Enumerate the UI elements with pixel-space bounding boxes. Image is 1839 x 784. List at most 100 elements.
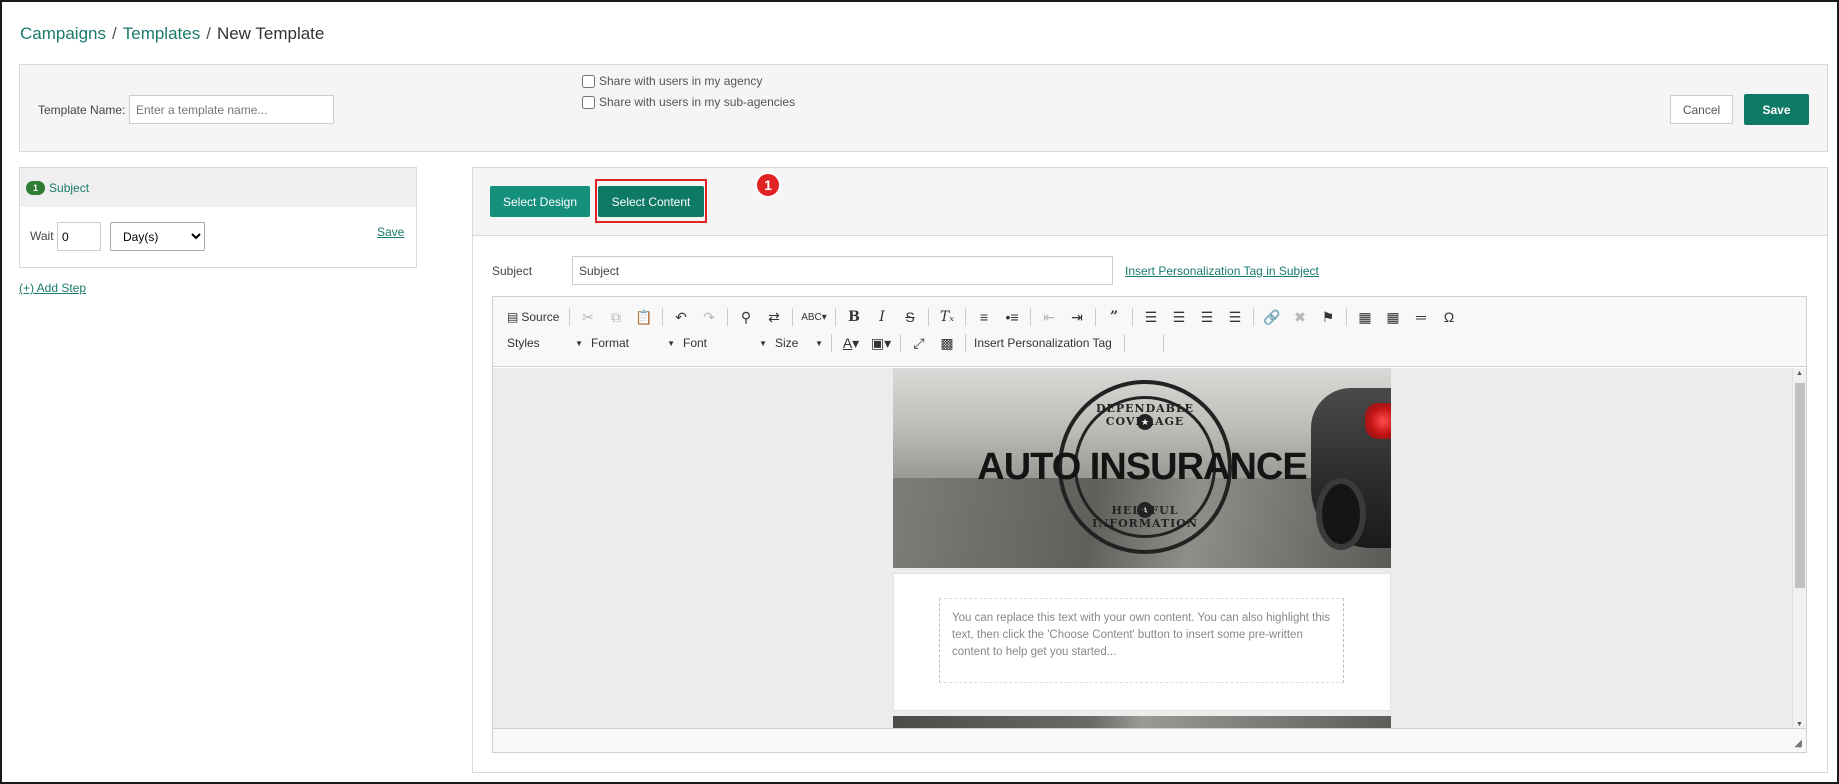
editor-toolbar: ▤ Source ✂ ⧉ 📋 ↶ ↷ ⚲ ⇄ ABC▾ B I S Tₓ ≡ •… <box>493 297 1806 367</box>
seal-top-text: DEPENDABLE COVERAGE <box>1095 402 1195 428</box>
image-icon[interactable]: ▦ <box>1351 307 1379 327</box>
editor-canvas[interactable]: DEPENDABLE COVERAGE ★ ★ HELPFUL INFORMAT… <box>493 368 1793 730</box>
format-label: Format <box>591 336 630 350</box>
text-color-icon[interactable]: A ▾ <box>836 333 866 353</box>
toolbar-separator <box>662 308 663 326</box>
bold-icon[interactable]: B <box>840 307 868 327</box>
wait-label: Wait <box>30 229 54 243</box>
cut-icon[interactable]: ✂ <box>574 307 602 327</box>
toolbar-separator <box>928 308 929 326</box>
dropdown-arrow-icon: ▼ <box>815 338 823 348</box>
seal-star-icon: ★ <box>1137 414 1153 430</box>
remove-format-icon[interactable]: Tₓ <box>933 307 961 327</box>
redo-icon[interactable]: ↷ <box>695 307 723 327</box>
toolbar-separator <box>1253 308 1254 326</box>
toolbar-separator <box>727 308 728 326</box>
background-color-icon[interactable]: ▣▾ <box>866 333 896 353</box>
toolbar-separator <box>1095 308 1096 326</box>
table-icon[interactable]: ▦ <box>1379 307 1407 327</box>
horizontal-rule-icon[interactable]: ═ <box>1407 307 1435 327</box>
find-icon[interactable]: ⚲ <box>732 307 760 327</box>
unlink-icon[interactable]: ✖ <box>1286 307 1314 327</box>
spellcheck-icon[interactable]: ABC▾ <box>797 307 831 327</box>
toolbar-separator <box>1132 308 1133 326</box>
toolbar-row-1: ▤ Source ✂ ⧉ 📋 ↶ ↷ ⚲ ⇄ ABC▾ B I S Tₓ ≡ •… <box>503 307 1463 327</box>
placeholder-text[interactable]: You can replace this text with your own … <box>939 598 1344 683</box>
outdent-icon[interactable]: ⇤ <box>1035 307 1063 327</box>
toolbar-row-2: Styles ▼ Format ▼ Font ▼ Size ▼ A▾ ▣▾ ⤢ <box>503 333 1168 353</box>
wait-unit-select[interactable]: Day(s) <box>110 222 205 251</box>
app-frame: Campaigns / Templates / New Template Templat… <box>0 0 1839 784</box>
resize-handle-icon[interactable]: ◢ <box>1794 738 1802 749</box>
align-center-icon[interactable]: ☰ <box>1165 307 1193 327</box>
bulleted-list-icon[interactable]: •≡ <box>998 307 1026 327</box>
cancel-button[interactable]: Cancel <box>1670 95 1733 124</box>
indent-icon[interactable]: ⇥ <box>1063 307 1091 327</box>
italic-icon[interactable]: I <box>868 307 896 327</box>
template-name-input[interactable] <box>129 95 334 124</box>
toolbar-separator <box>900 334 901 352</box>
content-actions-bar: Select Design Select Content 1 <box>473 168 1827 236</box>
undo-icon[interactable]: ↶ <box>667 307 695 327</box>
template-name-label: Template Name: <box>38 103 126 117</box>
toolbar-separator <box>965 308 966 326</box>
source-icon: ▤ <box>507 310 519 324</box>
format-dropdown[interactable]: Format ▼ <box>587 336 679 350</box>
breadcrumb-separator: / <box>206 24 211 43</box>
toolbar-separator <box>1163 334 1164 352</box>
breadcrumb-separator: / <box>112 24 117 43</box>
font-dropdown[interactable]: Font ▼ <box>679 336 771 350</box>
scroll-up-icon[interactable]: ▲ <box>1796 370 1803 377</box>
special-char-icon[interactable]: Ω <box>1435 307 1463 327</box>
source-label: Source <box>521 310 560 324</box>
toolbar-separator <box>1124 334 1125 352</box>
maximize-icon[interactable]: ⤢ <box>905 333 933 353</box>
copy-icon[interactable]: ⧉ <box>602 307 630 327</box>
size-dropdown[interactable]: Size ▼ <box>771 336 827 350</box>
font-label: Font <box>683 336 708 350</box>
step-save-link[interactable]: Save <box>377 225 404 239</box>
breadcrumb-templates[interactable]: Templates <box>123 24 200 43</box>
styles-dropdown[interactable]: Styles ▼ <box>503 336 587 350</box>
source-button[interactable]: ▤ Source <box>503 310 565 324</box>
strikethrough-icon[interactable]: S <box>896 307 924 327</box>
subject-input[interactable] <box>572 256 1113 285</box>
anchor-flag-icon[interactable]: ⚑ <box>1314 307 1342 327</box>
toolbar-separator <box>569 308 570 326</box>
hero-image: DEPENDABLE COVERAGE ★ ★ HELPFUL INFORMAT… <box>893 368 1391 568</box>
scroll-thumb[interactable] <box>1795 383 1805 588</box>
justify-icon[interactable]: ☰ <box>1221 307 1249 327</box>
dropdown-arrow-icon: ▼ <box>759 338 767 348</box>
toolbar-separator <box>835 308 836 326</box>
add-step-link[interactable]: (+) Add Step <box>19 281 86 295</box>
template-header-panel: Template Name: Share with users in my ag… <box>19 64 1828 152</box>
share-agency-label: Share with users in my agency <box>599 74 763 88</box>
show-blocks-icon[interactable]: ▩ <box>933 333 961 353</box>
insert-personalization-tag-button[interactable]: Insert Personalization Tag <box>970 336 1120 350</box>
breadcrumb-campaigns[interactable]: Campaigns <box>20 24 106 43</box>
blockquote-icon[interactable]: ” <box>1100 307 1128 327</box>
step-header[interactable]: 1 Subject <box>20 168 416 207</box>
link-icon[interactable]: 🔗 <box>1258 307 1286 327</box>
step-title[interactable]: Subject <box>49 181 89 195</box>
toolbar-separator <box>792 308 793 326</box>
replace-icon[interactable]: ⇄ <box>760 307 788 327</box>
select-design-button[interactable]: Select Design <box>490 186 590 217</box>
save-button[interactable]: Save <box>1744 94 1809 125</box>
editor-scrollbar[interactable]: ▲ ▼ <box>1792 368 1806 730</box>
wait-input[interactable] <box>57 222 101 251</box>
share-agency-checkbox[interactable] <box>582 74 595 88</box>
align-right-icon[interactable]: ☰ <box>1193 307 1221 327</box>
scroll-down-icon[interactable]: ▼ <box>1796 721 1803 728</box>
share-agency-option[interactable]: Share with users in my agency <box>582 74 762 88</box>
share-subagencies-checkbox[interactable] <box>582 95 595 109</box>
share-subagencies-option[interactable]: Share with users in my sub-agencies <box>582 95 795 109</box>
seal-star-icon: ★ <box>1137 502 1153 518</box>
numbered-list-icon[interactable]: ≡ <box>970 307 998 327</box>
content-panel: Select Design Select Content 1 Subject I… <box>472 167 1828 773</box>
content-text-block[interactable]: You can replace this text with your own … <box>893 573 1391 711</box>
insert-tag-subject-link[interactable]: Insert Personalization Tag in Subject <box>1125 264 1319 278</box>
paste-icon[interactable]: 📋 <box>630 307 658 327</box>
size-label: Size <box>775 336 799 350</box>
align-left-icon[interactable]: ☰ <box>1137 307 1165 327</box>
